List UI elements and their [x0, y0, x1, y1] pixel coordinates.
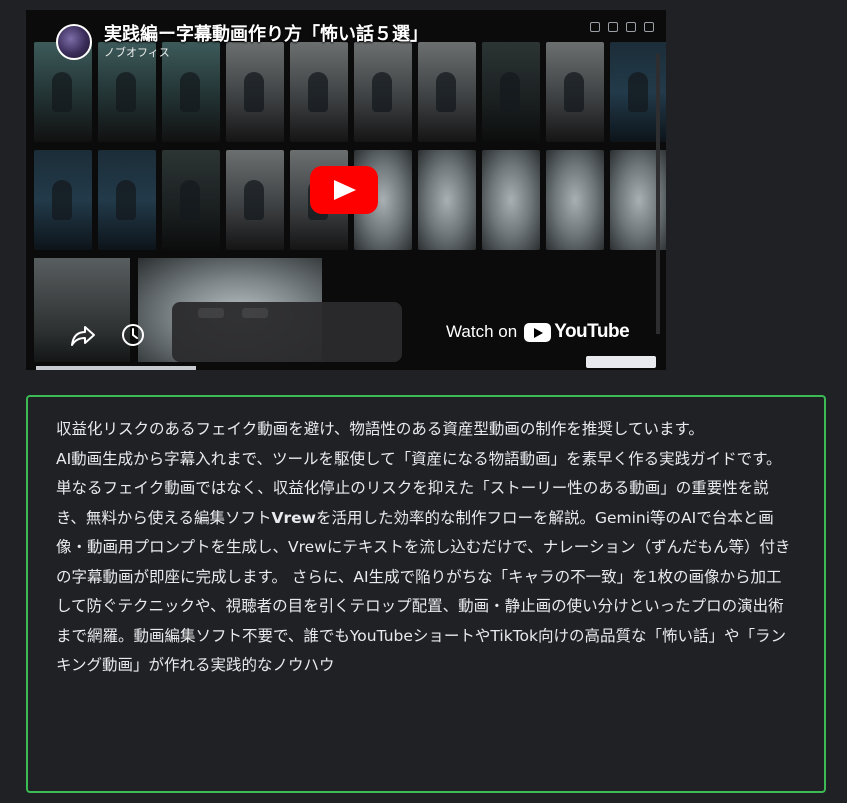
share-icon [71, 326, 95, 346]
bottom-strip [36, 366, 196, 370]
overlay-panel [172, 302, 402, 362]
thumbnail-tile [34, 150, 92, 250]
description-body: AI動画生成から字幕入れまで、ツールを駆使して「資産になる物語動画」を素早く作る… [56, 445, 794, 681]
panel-chip [198, 308, 224, 318]
watch-on-youtube-link[interactable]: Watch on YouTube [446, 321, 630, 343]
description-box: 収益化リスクのあるフェイク動画を避け、物語性のある資産型動画の制作を推奨していま… [26, 395, 826, 793]
vrew-highlight: Vrew [271, 508, 316, 527]
channel-name[interactable]: ノブオフィス [104, 46, 428, 60]
thumbnail-tile [162, 150, 220, 250]
thumbnail-tile [546, 42, 604, 142]
youtube-logo-icon [524, 322, 552, 342]
youtube-embed[interactable]: 実践編ー字幕動画作り方「怖い話５選」 ノブオフィス Watch on YouTu… [26, 10, 666, 370]
toolbar-icon [590, 22, 600, 32]
mini-toolbar [586, 356, 656, 368]
overlay-toolbar [590, 22, 654, 32]
toolbar-icon [608, 22, 618, 32]
watch-later-button[interactable] [120, 322, 146, 348]
thumbnail-tile [98, 150, 156, 250]
description-intro: 収益化リスクのあるフェイク動画を避け、物語性のある資産型動画の制作を推奨していま… [56, 420, 704, 438]
play-button[interactable] [310, 166, 378, 214]
panel-chip [242, 308, 268, 318]
watch-on-label: Watch on [446, 322, 518, 341]
clock-icon [122, 324, 144, 346]
toolbar-icon [626, 22, 636, 32]
thumbnail-tile [482, 42, 540, 142]
thumbnail-tile [482, 150, 540, 250]
channel-avatar[interactable] [56, 24, 92, 60]
page: 実践編ー字幕動画作り方「怖い話５選」 ノブオフィス Watch on YouTu… [0, 0, 847, 803]
scrollbar[interactable] [656, 54, 660, 334]
youtube-wordmark: YouTube [554, 321, 630, 342]
play-icon [334, 180, 356, 200]
share-button[interactable] [70, 322, 96, 348]
thumbnail-tile [546, 150, 604, 250]
thumbnail-tile [418, 150, 476, 250]
video-header: 実践編ー字幕動画作り方「怖い話５選」 ノブオフィス [56, 24, 428, 60]
toolbar-icon [644, 22, 654, 32]
description-body-part2: を活用した効率的な制作フローを解説。Gemini等のAIで台本と画像・動画用プロ… [56, 508, 791, 675]
video-title[interactable]: 実践編ー字幕動画作り方「怖い話５選」 [104, 24, 428, 46]
thumbnail-tile [226, 150, 284, 250]
video-header-text: 実践編ー字幕動画作り方「怖い話５選」 ノブオフィス [104, 24, 428, 60]
